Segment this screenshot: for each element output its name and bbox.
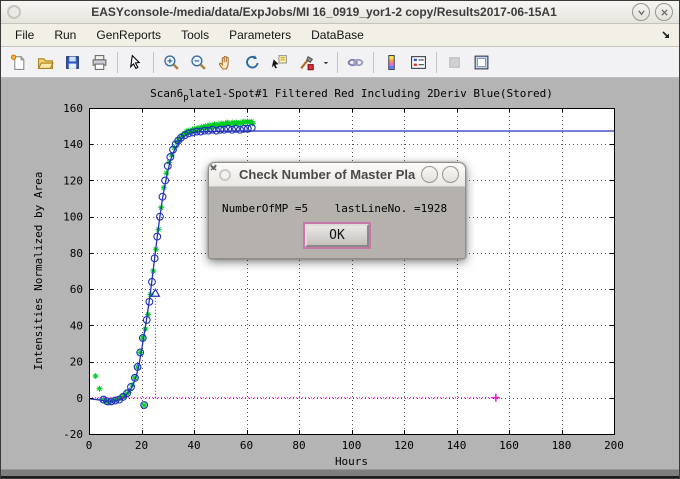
y-tick-label: 160	[63, 102, 83, 115]
toolbar-button-plot-tools-dock[interactable]	[468, 49, 495, 76]
x-tick-label: 40	[187, 439, 200, 452]
window-resize-edge[interactable]	[1, 469, 679, 478]
close-icon	[660, 8, 669, 17]
ok-button[interactable]: OK	[305, 224, 369, 247]
y-tick-label: 80	[70, 247, 83, 260]
y-tick-label: 100	[63, 211, 83, 224]
toolbar-button-rotate-3d[interactable]	[239, 49, 266, 76]
edit-plot-pointer-icon	[127, 54, 144, 71]
window-titlebar[interactable]: EASYconsole-/media/data/ExpJobs/MI 16_09…	[1, 1, 679, 24]
window-close-button[interactable]	[655, 3, 673, 21]
y-tick-label: 20	[70, 356, 83, 369]
open-file-icon	[37, 54, 54, 71]
plot-axes-background	[89, 108, 614, 434]
dialog-check-master-plates: Check Number of Master Pla NumberOfMP =5…	[208, 162, 466, 259]
y-tick-label: 0	[76, 392, 83, 405]
zoom-in-icon	[163, 54, 180, 71]
dialog-title: Check Number of Master Pla	[239, 167, 417, 182]
x-tick-label: 180	[552, 439, 572, 452]
x-tick-label: 200	[604, 439, 624, 452]
dialog-message: NumberOfMP =5 lastLineNo. =1928	[222, 202, 452, 215]
toolbar-button-save-figure[interactable]	[59, 49, 86, 76]
data-cursor-icon	[271, 54, 288, 71]
toolbar-separator	[337, 52, 338, 73]
print-figure-icon	[91, 54, 108, 71]
x-tick-label: 20	[135, 439, 148, 452]
plot-tools-hide-icon	[446, 54, 463, 71]
toolbar-button-open-file[interactable]	[32, 49, 59, 76]
chevron-down-icon	[637, 8, 646, 17]
menu-item-run[interactable]: Run	[44, 25, 86, 45]
menubar: FileRunGenReportsToolsParametersDataBase	[1, 24, 679, 47]
x-axis-label: Hours	[335, 455, 368, 468]
toolbar-button-pan-hand[interactable]	[212, 49, 239, 76]
brush-dropdown-icon	[322, 58, 331, 67]
toolbar	[1, 47, 679, 78]
x-tick-label: 100	[342, 439, 362, 452]
insert-colorbar-icon	[383, 54, 400, 71]
plot-canvas[interactable]: 020406080100120140160180200-200204060801…	[2, 78, 680, 469]
toolbar-button-zoom-in[interactable]	[158, 49, 185, 76]
toolbar-button-plot-tools-hide	[441, 49, 468, 76]
y-tick-label: 140	[63, 138, 83, 151]
dialog-titlebar[interactable]: Check Number of Master Pla	[209, 163, 465, 187]
link-plots-icon	[347, 54, 364, 71]
x-tick-label: 120	[394, 439, 414, 452]
toolbar-button-insert-legend[interactable]	[405, 49, 432, 76]
figure-area: 020406080100120140160180200-200204060801…	[2, 78, 680, 469]
menu-overflow-icon[interactable]	[657, 30, 675, 40]
toolbar-button-zoom-out[interactable]	[185, 49, 212, 76]
dialog-shade-button[interactable]	[421, 166, 438, 183]
y-tick-label: -20	[63, 428, 83, 441]
y-axis-label: Intensities Normalized by Area	[32, 172, 45, 371]
x-tick-label: 80	[292, 439, 305, 452]
toolbar-button-brush-data[interactable]	[293, 49, 320, 76]
window-title: EASYconsole-/media/data/ExpJobs/MI 16_09…	[21, 5, 627, 19]
toolbar-button-brush-dropdown[interactable]	[320, 49, 333, 76]
toolbar-button-edit-plot-pointer[interactable]	[122, 49, 149, 76]
app-window: EASYconsole-/media/data/ExpJobs/MI 16_09…	[0, 0, 680, 479]
toolbar-separator	[436, 52, 437, 73]
dialog-close-button[interactable]	[442, 166, 459, 183]
toolbar-button-data-cursor[interactable]	[266, 49, 293, 76]
toolbar-button-new-figure[interactable]	[5, 49, 32, 76]
dialog-menu-icon[interactable]	[219, 169, 231, 181]
menu-item-database[interactable]: DataBase	[301, 25, 374, 45]
y-tick-label: 60	[70, 283, 83, 296]
x-tick-label: 60	[240, 439, 253, 452]
brush-data-icon	[298, 54, 315, 71]
toolbar-separator	[117, 52, 118, 73]
close-icon	[209, 163, 218, 172]
pan-hand-icon	[217, 54, 234, 71]
x-tick-label: 160	[499, 439, 519, 452]
rotate-3d-icon	[244, 54, 261, 71]
toolbar-button-print-figure[interactable]	[86, 49, 113, 76]
x-tick-label: 140	[447, 439, 467, 452]
save-figure-icon	[64, 54, 81, 71]
x-tick-label: 0	[86, 439, 93, 452]
menu-item-genreports[interactable]: GenReports	[86, 25, 171, 45]
y-tick-label: 120	[63, 174, 83, 187]
plot-title: Scan6plate1-Spot#1 Filtered Red Includin…	[150, 87, 553, 103]
toolbar-button-insert-colorbar[interactable]	[378, 49, 405, 76]
zoom-out-icon	[190, 54, 207, 71]
menu-item-tools[interactable]: Tools	[171, 25, 219, 45]
window-menu-icon[interactable]	[7, 5, 21, 19]
dialog-body: NumberOfMP =5 lastLineNo. =1928 OK	[209, 202, 465, 247]
toolbar-separator	[153, 52, 154, 73]
window-shade-button[interactable]	[632, 3, 650, 21]
menu-item-file[interactable]: File	[5, 25, 44, 45]
menu-item-parameters[interactable]: Parameters	[219, 25, 301, 45]
new-figure-icon	[10, 54, 27, 71]
toolbar-separator	[373, 52, 374, 73]
toolbar-button-link-plots[interactable]	[342, 49, 369, 76]
insert-legend-icon	[410, 54, 427, 71]
plot-tools-dock-icon	[473, 54, 490, 71]
y-tick-label: 40	[70, 319, 83, 332]
